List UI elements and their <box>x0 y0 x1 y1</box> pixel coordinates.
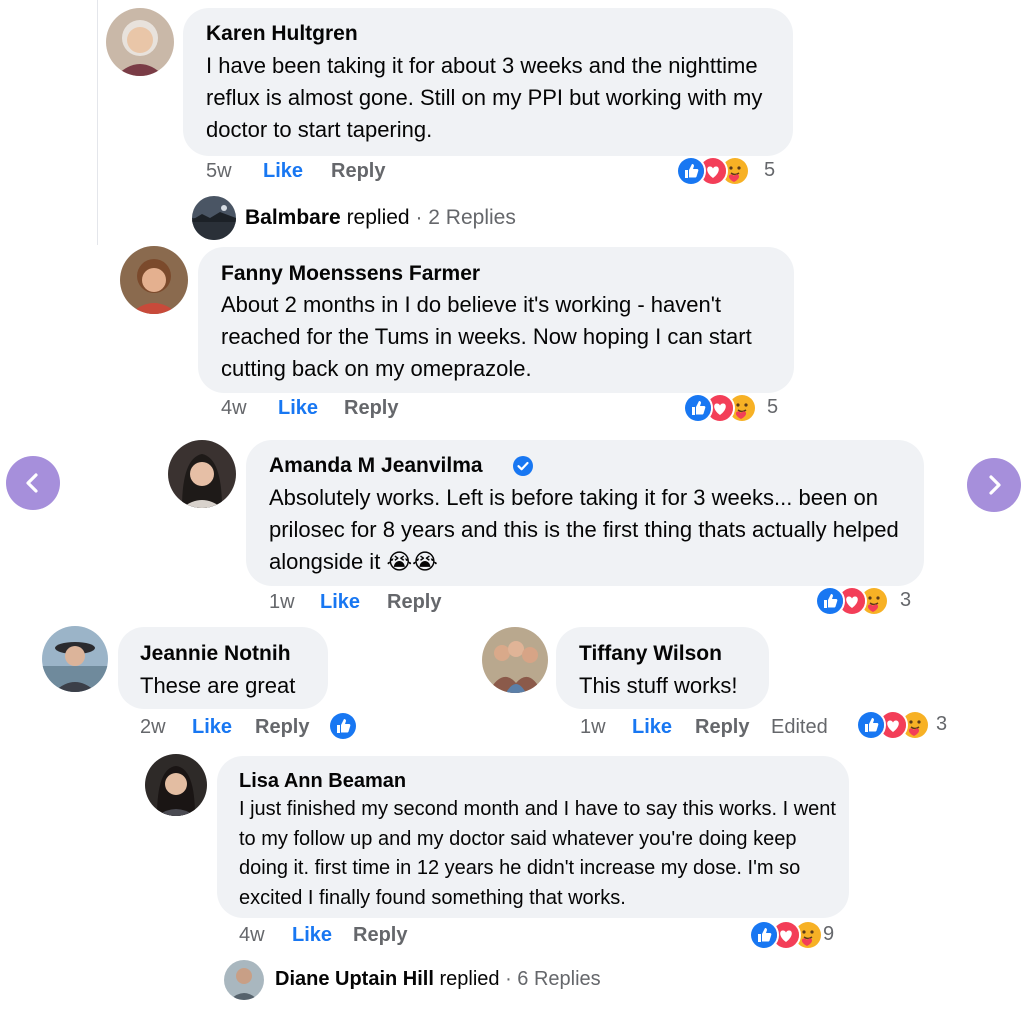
comment-age[interactable]: 4w <box>221 397 247 420</box>
comment-text: This stuff works! <box>579 673 738 698</box>
comment-text: Absolutely works. Left is before taking … <box>269 482 909 578</box>
like-icon <box>676 156 706 186</box>
next-button[interactable] <box>967 458 1021 512</box>
commenter-name[interactable]: Amanda M Jeanvilma <box>269 454 483 478</box>
commenter-name[interactable]: Lisa Ann Beaman <box>239 770 406 793</box>
comment-age[interactable]: 1w <box>269 591 295 614</box>
edited-label: Edited <box>771 716 828 738</box>
reply-action: replied <box>439 968 500 990</box>
reaction-count: 5 <box>764 159 776 181</box>
reaction-summary[interactable]: 5 <box>676 156 786 186</box>
avatar[interactable] <box>42 626 108 692</box>
chevron-left-icon <box>26 473 38 493</box>
reaction-count: 3 <box>936 713 948 735</box>
like-button[interactable]: Like <box>263 160 303 183</box>
comment-age[interactable]: 2w <box>140 716 166 739</box>
comment-text: These are great <box>140 673 296 698</box>
reply-count: · 6 Replies <box>505 968 601 990</box>
like-button[interactable]: Like <box>192 716 232 739</box>
avatar[interactable] <box>120 246 188 314</box>
reaction-count: 9 <box>823 923 835 945</box>
reply-button[interactable]: Reply <box>255 716 309 739</box>
reply-button[interactable]: Reply <box>331 160 385 183</box>
commenter-name[interactable]: Karen Hultgren <box>206 22 358 46</box>
like-icon <box>683 393 713 423</box>
commenter-name[interactable]: Jeannie Notnih <box>140 642 291 666</box>
reply-button[interactable]: Reply <box>353 924 407 947</box>
avatar[interactable] <box>106 8 174 76</box>
avatar[interactable] <box>168 440 236 508</box>
replier-name: Balmbare <box>245 206 341 229</box>
commenter-name[interactable]: Fanny Moenssens Farmer <box>221 262 480 286</box>
comment-age[interactable]: 5w <box>206 160 232 183</box>
like-icon <box>856 710 886 740</box>
like-icon <box>815 586 845 616</box>
like-button[interactable]: Like <box>292 924 332 947</box>
avatar[interactable] <box>482 627 548 693</box>
reply-summary[interactable]: Balmbare replied · 2 Replies <box>245 206 516 230</box>
reply-button[interactable]: Reply <box>387 591 441 614</box>
reaction-count: 5 <box>767 396 779 418</box>
comment-age[interactable]: 1w <box>580 716 606 739</box>
like-icon <box>328 711 358 741</box>
comment-age[interactable]: 4w <box>239 924 265 947</box>
comment-text: I just finished my second month and I ha… <box>239 798 836 909</box>
reaction-summary[interactable]: 9 <box>749 920 849 950</box>
replier-name: Diane Uptain Hill <box>275 968 434 990</box>
avatar[interactable] <box>192 196 236 240</box>
thread-line <box>97 0 98 245</box>
avatar[interactable] <box>145 754 207 816</box>
like-button[interactable]: Like <box>278 397 318 420</box>
reply-button[interactable]: Reply <box>344 397 398 420</box>
reply-action: replied <box>346 206 410 229</box>
prev-button[interactable] <box>6 456 60 510</box>
reaction-summary[interactable]: 3 <box>815 586 925 616</box>
reply-summary[interactable]: Diane Uptain Hill replied · 6 Replies <box>275 968 601 991</box>
comment-body: Absolutely works. Left is before taking … <box>269 485 899 574</box>
reply-button[interactable]: Reply <box>695 716 749 739</box>
avatar[interactable] <box>224 960 264 1000</box>
comment-text: I have been taking it for about 3 weeks … <box>206 53 763 142</box>
chevron-right-icon <box>989 475 1001 495</box>
like-button[interactable]: Like <box>632 716 672 739</box>
reaction-summary[interactable]: 3 <box>856 710 956 740</box>
reply-count: · 2 Replies <box>415 206 516 229</box>
like-icon <box>749 920 779 950</box>
comment-text: About 2 months in I do believe it's work… <box>221 292 752 381</box>
reaction-summary[interactable] <box>328 711 358 741</box>
reaction-summary[interactable]: 5 <box>683 393 793 423</box>
like-button[interactable]: Like <box>320 591 360 614</box>
commenter-name[interactable]: Tiffany Wilson <box>579 642 722 666</box>
verified-badge-icon <box>513 456 533 476</box>
crying-emoji: 😭😭 <box>386 549 438 574</box>
reaction-count: 3 <box>900 589 912 611</box>
